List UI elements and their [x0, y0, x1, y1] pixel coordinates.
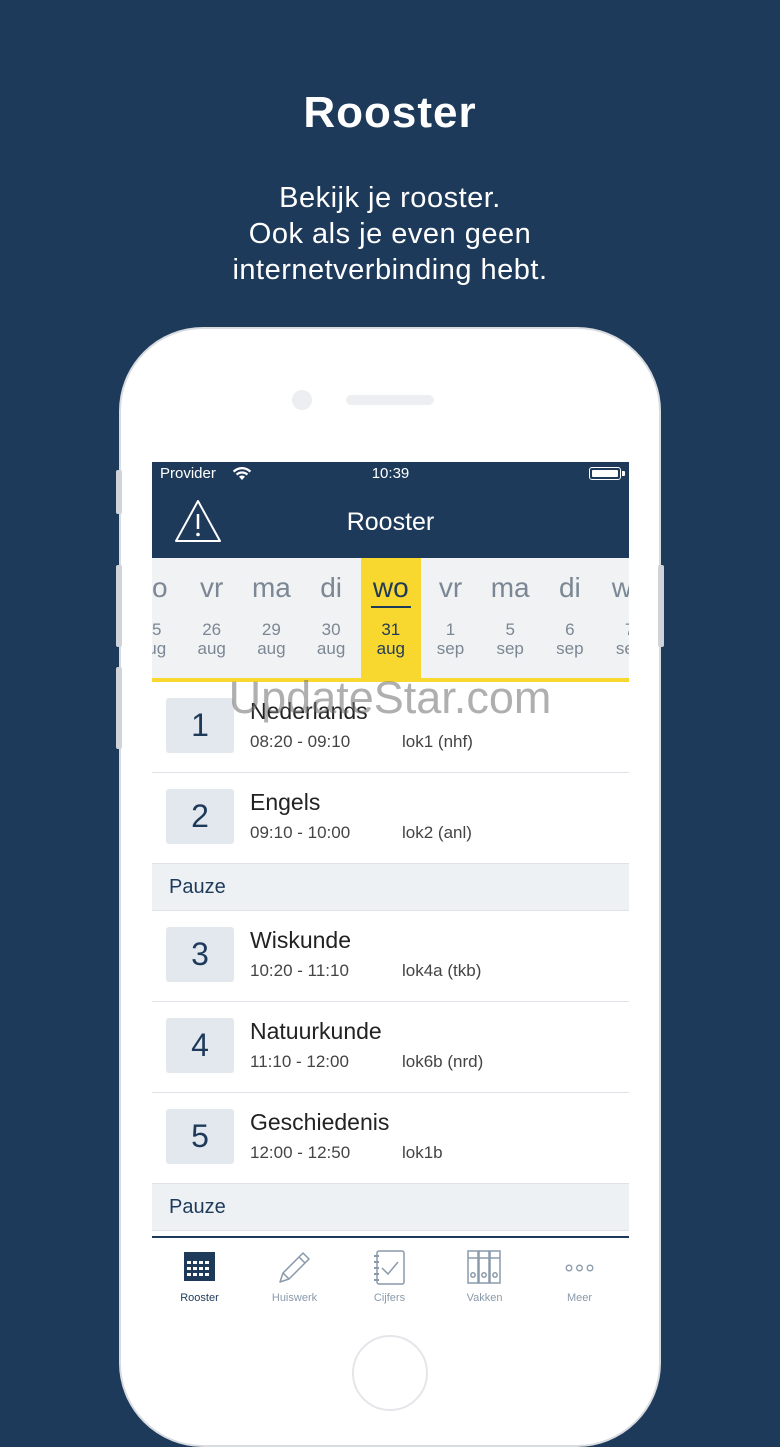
tab-label: Huiswerk — [271, 1292, 318, 1304]
day-name: ma — [490, 572, 530, 603]
power-button — [658, 565, 664, 647]
lesson-number: 5 — [166, 1109, 234, 1164]
day-month: aug — [316, 639, 346, 658]
day-month: sep — [556, 639, 584, 658]
day-name: vr — [438, 572, 463, 603]
tab-meer[interactable]: Meer — [532, 1238, 627, 1309]
lesson-number: 4 — [166, 1018, 234, 1073]
day-number: 1 — [445, 620, 456, 639]
tab-vakken[interactable]: Vakken — [437, 1238, 532, 1309]
lesson-room: lok4a (tkb) — [402, 961, 482, 980]
day-item[interactable]: di 30 aug — [301, 558, 361, 678]
calendar-icon — [152, 1248, 247, 1288]
pencil-icon — [247, 1248, 342, 1288]
selected-day-underline — [370, 606, 411, 608]
tab-label: Meer — [566, 1292, 593, 1304]
lesson-time: 09:10 - 10:00 — [250, 823, 351, 842]
pause-row: Pauze — [152, 1184, 629, 1231]
hero-subtitle-line: Ook als je even geen — [248, 218, 532, 250]
pause-row: Pauze — [152, 864, 629, 911]
lesson-row[interactable]: 3 Wiskunde 10:20 - 11:10 lok4a (tkb) — [152, 911, 629, 1002]
day-month: aug — [152, 639, 167, 658]
nav-title: Rooster — [346, 508, 435, 536]
status-bar: Provider 10:39 — [152, 462, 629, 486]
day-item[interactable]: wo 7sep — [600, 558, 629, 678]
day-item[interactable]: vr 26 aug — [182, 558, 242, 678]
lesson-room: lok1b — [402, 1143, 443, 1162]
hero-subtitle: Bekijk je rooster. Ook als je even geen … — [0, 180, 780, 288]
lesson-row[interactable]: 4 Natuurkunde 11:10 - 12:00 lok6b (nrd) — [152, 1002, 629, 1093]
hero-subtitle-line: internetverbinding hebt. — [232, 254, 548, 286]
battery-icon — [589, 467, 621, 480]
day-number: 5 — [505, 620, 515, 639]
day-month: aug — [197, 639, 226, 658]
tab-rooster[interactable]: Rooster — [152, 1238, 247, 1309]
tab-cijfers[interactable]: Cijfers — [342, 1238, 437, 1309]
tab-label: Cijfers — [373, 1292, 406, 1304]
earpiece-speaker — [346, 395, 434, 405]
day-item[interactable]: vr 1 sep — [421, 558, 481, 678]
day-month: aug — [257, 639, 286, 658]
day-number: 6 — [565, 620, 575, 639]
lesson-row[interactable]: 2 Engels 09:10 - 10:00 lok2 (anl) — [152, 773, 629, 864]
lesson-subject: Engels — [250, 789, 321, 815]
battery-tip — [622, 471, 625, 476]
hero-subtitle-line: Bekijk je rooster. — [279, 182, 501, 214]
lesson-subject: Natuurkunde — [250, 1018, 382, 1044]
more-dots-icon — [532, 1248, 627, 1288]
day-item[interactable]: di 6 sep — [540, 558, 600, 678]
day-month: sep — [615, 639, 629, 658]
tab-huiswerk[interactable]: Huiswerk — [247, 1238, 342, 1309]
front-camera — [292, 390, 312, 410]
lesson-row[interactable]: 5 Geschiedenis 12:00 - 12:50 lok1b — [152, 1093, 629, 1184]
hero-title: Rooster — [303, 88, 477, 137]
day-name: do — [152, 572, 168, 603]
tab-label: Rooster — [180, 1292, 219, 1304]
day-item[interactable]: wo 31 aug — [360, 558, 421, 678]
day-number: 26 — [202, 620, 222, 639]
day-name: di — [320, 572, 342, 603]
watermark: UpdateStar.com — [228, 672, 552, 723]
lesson-list: 1 Nederlands 08:20 - 09:10 lok1 (nhf) 2 Engel… — [152, 682, 629, 1231]
day-month: sep — [496, 639, 524, 658]
day-item[interactable]: do 25aug — [152, 558, 182, 678]
day-number: 29 — [261, 620, 281, 639]
day-name: di — [558, 572, 581, 603]
lesson-number: 3 — [166, 927, 234, 982]
home-button[interactable] — [352, 1335, 428, 1411]
day-month: aug — [376, 639, 405, 658]
day-name: wo — [372, 572, 409, 603]
status-time: 10:39 — [371, 465, 410, 482]
nav-bar: Rooster — [152, 486, 629, 558]
lesson-time: 08:20 - 09:10 — [250, 732, 351, 751]
tab-label: Vakken — [466, 1292, 503, 1304]
day-item[interactable]: ma 5 sep — [480, 558, 540, 678]
lesson-time: 12:00 - 12:50 — [250, 1143, 351, 1162]
day-name: wo — [611, 572, 629, 603]
mute-switch — [116, 470, 122, 514]
volume-up-button — [116, 565, 122, 647]
day-name: vr — [200, 572, 224, 603]
lesson-room: lok1 (nhf) — [402, 732, 473, 751]
day-number: 30 — [321, 620, 341, 639]
lesson-time: 10:20 - 11:10 — [250, 961, 349, 980]
binders-icon — [437, 1248, 532, 1288]
app-screen: Provider 10:39 Rooster do25augvr26augma2… — [152, 462, 629, 1309]
day-picker: do25augvr26augma29augdi30augwo31augvr1se… — [152, 558, 629, 682]
lesson-subject: Wiskunde — [250, 927, 351, 953]
day-number: 25 — [152, 620, 162, 639]
day-item[interactable]: ma 29 aug — [241, 558, 301, 678]
lesson-time: 11:10 - 12:00 — [250, 1052, 349, 1071]
tab-bar: Rooster Huiswerk Cijfers Vakken Meer — [152, 1236, 629, 1309]
day-number: 7 — [600, 620, 629, 640]
notebook-check-icon — [342, 1248, 437, 1288]
lesson-room: lok2 (anl) — [402, 823, 472, 842]
lesson-number: 2 — [166, 789, 234, 844]
day-number: 31 — [381, 620, 401, 639]
day-name: ma — [251, 572, 291, 603]
day-month: sep — [436, 639, 465, 658]
lesson-subject: Geschiedenis — [250, 1109, 390, 1135]
lesson-room: lok6b (nrd) — [402, 1052, 484, 1071]
